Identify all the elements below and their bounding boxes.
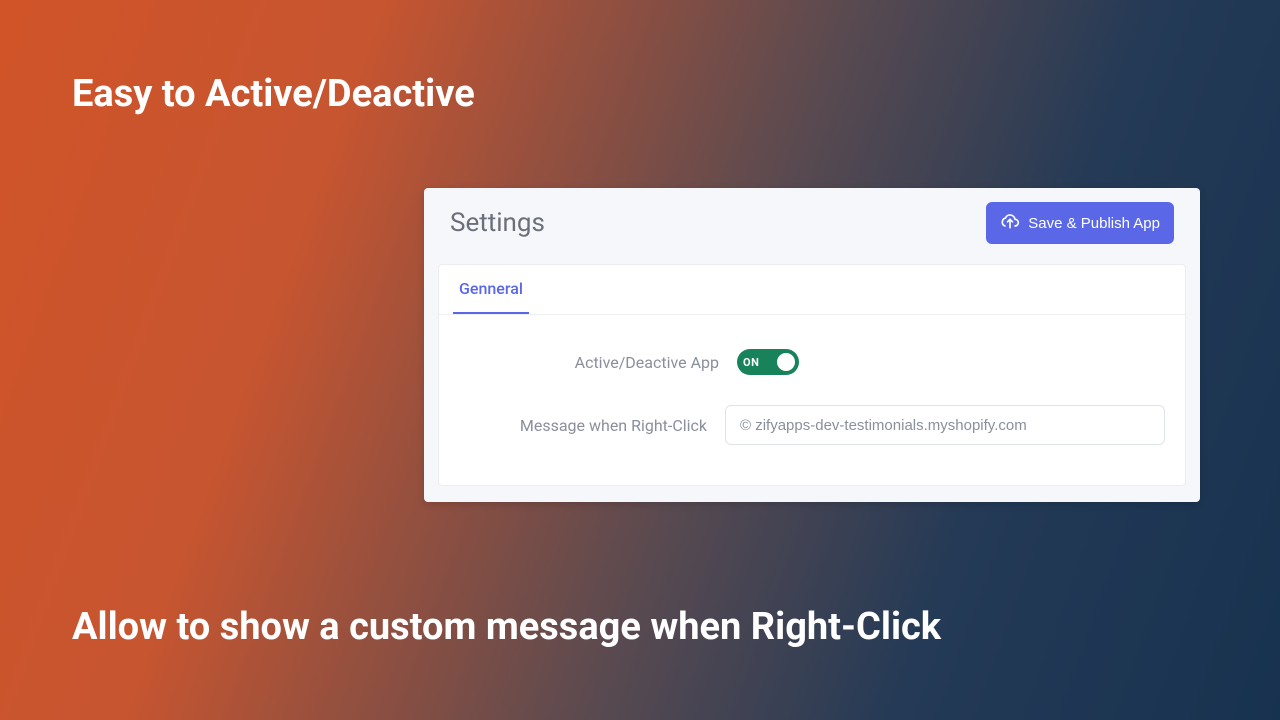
settings-title: Settings: [450, 208, 545, 238]
settings-card: Genneral Active/Deactive App ON Message …: [438, 264, 1186, 486]
message-label: Message when Right-Click: [459, 416, 725, 435]
row-active-toggle: Active/Deactive App ON: [459, 349, 1165, 375]
tab-row: Genneral: [439, 265, 1185, 315]
save-publish-button[interactable]: Save & Publish App: [986, 202, 1174, 244]
active-toggle-label: Active/Deactive App: [459, 353, 737, 372]
toggle-knob: [777, 353, 795, 371]
headline-top: Easy to Active/Deactive: [72, 72, 475, 116]
active-toggle-control: ON: [737, 349, 1165, 375]
tab-general[interactable]: Genneral: [453, 265, 529, 314]
headline-bottom: Allow to show a custom message when Righ…: [72, 605, 941, 649]
card-body: Active/Deactive App ON Message when Righ…: [439, 315, 1185, 485]
panel-header: Settings Save & Publish App: [424, 188, 1200, 252]
active-toggle[interactable]: ON: [737, 349, 799, 375]
message-control: [725, 405, 1165, 445]
row-message: Message when Right-Click: [459, 405, 1165, 445]
save-publish-label: Save & Publish App: [1028, 215, 1160, 232]
settings-panel: Settings Save & Publish App Genneral Act…: [424, 188, 1200, 502]
toggle-on-text: ON: [743, 356, 759, 369]
message-input[interactable]: [725, 405, 1165, 445]
cloud-upload-icon: [1000, 211, 1020, 235]
